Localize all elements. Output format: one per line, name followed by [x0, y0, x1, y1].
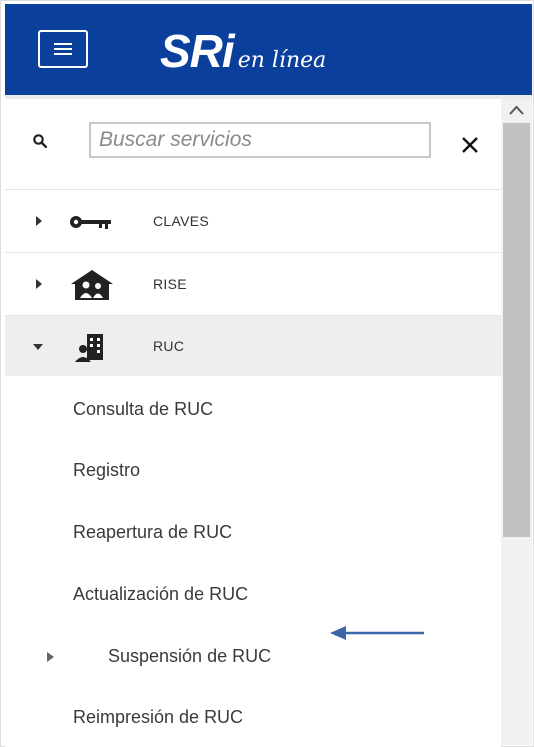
header-bar: SRi en línea [5, 4, 532, 95]
submenu-item-registro[interactable]: Registro [73, 460, 140, 481]
key-icon [70, 216, 111, 229]
sidebar: CLAVES RISE RUC [5, 99, 501, 747]
hamburger-line [54, 43, 72, 45]
hamburger-menu-button[interactable] [38, 30, 88, 68]
caret-right-icon [36, 279, 42, 289]
divider [5, 189, 501, 190]
scrollbar-thumb[interactable] [503, 123, 530, 537]
caret-down-icon [33, 344, 43, 350]
sri-logo[interactable]: SRi en línea [160, 24, 326, 78]
building-person-icon [75, 334, 103, 362]
arrow-left-icon [330, 626, 424, 640]
scroll-up-arrow-icon[interactable] [501, 99, 532, 123]
house-people-icon [71, 270, 113, 300]
search-input[interactable] [89, 122, 431, 158]
sidebar-item-label: CLAVES [153, 213, 210, 229]
submenu-item-actualizacion-ruc[interactable]: Actualización de RUC [73, 584, 248, 605]
divider [5, 252, 501, 253]
sidebar-item-label: RUC [153, 338, 185, 354]
submenu-item-consulta-ruc[interactable]: Consulta de RUC [73, 399, 213, 420]
logo-sub-text: en línea [237, 48, 327, 73]
sidebar-item-label: RISE [153, 276, 187, 292]
hamburger-line [54, 48, 72, 50]
sidebar-item-ruc[interactable]: RUC [5, 316, 501, 376]
caret-right-icon[interactable] [47, 652, 54, 662]
vertical-scrollbar[interactable] [501, 99, 532, 745]
sidebar-item-rise[interactable]: RISE [5, 254, 501, 314]
submenu-item-suspension-ruc[interactable]: Suspensión de RUC [108, 646, 271, 667]
hamburger-line [54, 53, 72, 55]
sidebar-item-claves[interactable]: CLAVES [5, 191, 501, 251]
close-icon[interactable] [461, 136, 479, 154]
submenu-item-reapertura-ruc[interactable]: Reapertura de RUC [73, 522, 232, 543]
search-icon [33, 134, 47, 148]
logo-main-text: SRi [160, 25, 235, 77]
caret-right-icon [36, 216, 42, 226]
submenu-item-reimpresion-ruc[interactable]: Reimpresión de RUC [73, 707, 243, 728]
